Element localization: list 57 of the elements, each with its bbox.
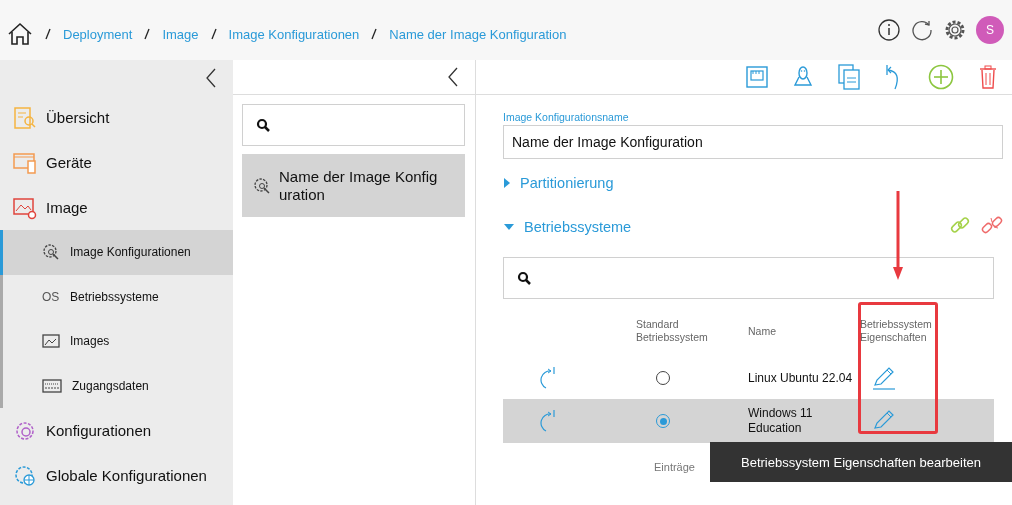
- column-header: Betriebssystem Eigenschaften: [860, 317, 933, 345]
- broken-link-icon[interactable]: [981, 214, 1003, 236]
- caret-right-icon: [503, 177, 511, 189]
- home-icon[interactable]: [7, 21, 33, 47]
- info-icon[interactable]: [877, 18, 901, 42]
- nav-subitem[interactable]: OS Betriebssysteme: [0, 274, 233, 319]
- slash-icon: [371, 28, 378, 40]
- search-icon: [517, 271, 531, 285]
- add-icon[interactable]: [928, 64, 954, 90]
- devices-icon: [13, 150, 37, 175]
- document-search-icon: [13, 105, 37, 130]
- search-field[interactable]: [242, 104, 465, 146]
- table-row[interactable]: Linux Ubuntu 22.04: [503, 357, 994, 399]
- caret-down-icon: [503, 223, 515, 231]
- rotate-arrow-icon[interactable]: [540, 409, 556, 433]
- slash-icon: [144, 28, 151, 40]
- nav-item[interactable]: Konfigurationen: [0, 408, 233, 453]
- nav-subitem[interactable]: Image Konfigurationen: [0, 230, 233, 275]
- nav-subitem[interactable]: Zugangsdaten: [0, 363, 233, 408]
- search-field[interactable]: [503, 257, 994, 299]
- table-row[interactable]: Windows 11 Education: [503, 399, 994, 443]
- network-port-icon[interactable]: [746, 66, 768, 88]
- table-cell: Linux Ubuntu 22.04: [748, 370, 854, 386]
- link-icon[interactable]: [949, 214, 971, 236]
- tooltip: Betriebssystem Eigenschaften bearbeiten: [710, 442, 1012, 482]
- collapse-icon[interactable]: [205, 67, 217, 88]
- slash-icon: [210, 28, 217, 40]
- gear-search-icon: [253, 176, 271, 195]
- refresh-icon[interactable]: [910, 18, 934, 42]
- os-label: OS: [42, 289, 60, 304]
- nav-item[interactable]: Image: [0, 185, 233, 230]
- keyboard-icon: [42, 377, 62, 394]
- settings-icon[interactable]: [943, 18, 967, 42]
- pagination-label: Einträge: [654, 461, 695, 473]
- field-label: Image Konfigurationsname: [503, 111, 629, 123]
- collapse-icon[interactable]: [447, 67, 459, 87]
- search-icon: [256, 118, 270, 132]
- table-cell-text: Windows 11 Education: [748, 406, 814, 436]
- gear-search-icon: [42, 243, 60, 262]
- nav-item[interactable]: Übersicht: [0, 95, 233, 140]
- delete-icon[interactable]: [979, 65, 997, 89]
- gear-globe-icon: [13, 463, 37, 488]
- image-icon: [42, 332, 60, 351]
- documents-icon[interactable]: [838, 64, 860, 90]
- name-field[interactable]: Name der Image Konfiguration: [503, 125, 1003, 159]
- annotation-arrow-icon: [892, 191, 904, 281]
- pencil-icon[interactable]: [872, 366, 896, 390]
- image-gear-icon: [13, 195, 37, 220]
- nav-item[interactable]: Geräte: [0, 140, 233, 185]
- nav-subitem[interactable]: Images: [0, 319, 233, 364]
- list-item[interactable]: Name der Image Konfiguration: [242, 154, 465, 217]
- rotate-arrow-icon[interactable]: [540, 366, 556, 390]
- slash-icon: [45, 28, 51, 40]
- column-header: Name: [748, 323, 777, 339]
- user-avatar[interactable]: S: [976, 16, 1004, 44]
- column-header: Standard Betriebssystem: [636, 317, 709, 345]
- nav-item[interactable]: Globale Konfigurationen: [0, 453, 233, 498]
